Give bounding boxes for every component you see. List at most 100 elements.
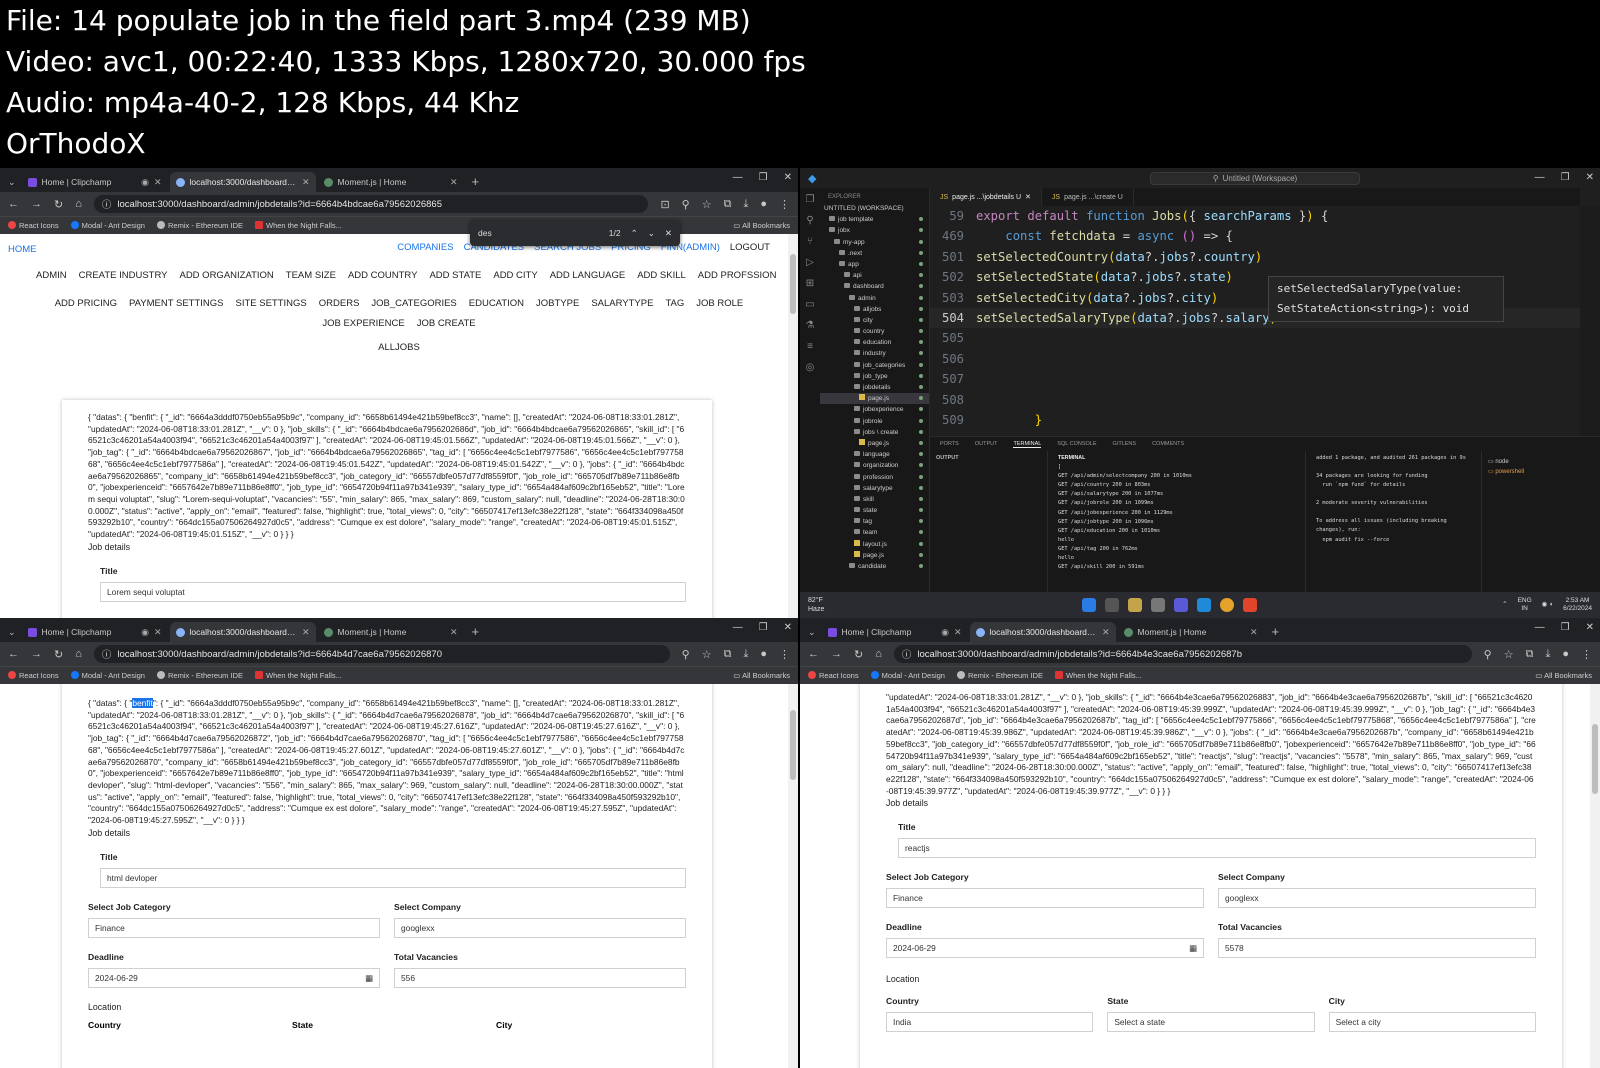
admin-nav-jobtype[interactable]: JOBTYPE — [536, 298, 579, 309]
close-tab-icon[interactable]: ✕ — [1025, 193, 1031, 201]
close-tab-icon[interactable]: ✕ — [154, 627, 162, 638]
tree-file-layout-js[interactable]: layout.js — [820, 539, 929, 550]
panel-tab-gitlens[interactable]: GITLENS — [1113, 441, 1137, 447]
admin-nav-add-country[interactable]: ADD COUNTRY — [348, 270, 418, 281]
admin-nav-add-state[interactable]: ADD STATE — [429, 270, 481, 281]
close-tab-icon[interactable]: ✕ — [450, 627, 458, 638]
widgets-icon[interactable] — [1128, 598, 1142, 612]
calendar-icon[interactable]: ▦ — [1189, 939, 1197, 957]
tab-localhost[interactable]: localhost:3000/dashboard/admin/✕ — [169, 172, 316, 192]
tree-folder-jobexperience[interactable]: jobexperience — [820, 404, 929, 415]
bookmark-react-icons[interactable]: React Icons — [808, 671, 859, 680]
find-query[interactable]: des — [478, 228, 599, 238]
tree-folder-candidate[interactable]: candidate — [820, 561, 929, 572]
deadline-input[interactable]: 2024-06-29 ▦ — [886, 938, 1204, 959]
forward-icon[interactable]: → — [831, 648, 842, 660]
vacancies-input[interactable]: 5578 — [1218, 938, 1536, 959]
panel-tab-comments[interactable]: COMMENTS — [1152, 441, 1184, 447]
close-tab-icon[interactable]: ✕ — [954, 627, 962, 638]
new-tab-button[interactable]: + — [1266, 624, 1286, 642]
site-info-icon[interactable]: ⓘ — [902, 647, 912, 661]
page-scrollbar[interactable] — [788, 234, 798, 618]
home-icon[interactable]: ⌂ — [875, 648, 882, 660]
state-select[interactable]: Select a state — [1107, 1012, 1315, 1033]
remote-icon[interactable]: ▭ — [805, 299, 814, 310]
bookmark-star-icon[interactable]: ☆ — [702, 198, 712, 211]
bookmark-night-falls[interactable]: When the Night Falls... — [1055, 671, 1142, 680]
all-bookmarks-button[interactable]: ▭ All Bookmarks — [733, 671, 790, 680]
extensions-icon[interactable]: ⧉ — [724, 648, 732, 661]
menu-icon[interactable]: ⋮ — [779, 648, 790, 661]
nav-logout[interactable]: LOGOUT — [730, 242, 770, 253]
admin-nav-payment-settings[interactable]: PAYMENT SETTINGS — [129, 298, 224, 309]
tree-folder-job-type[interactable]: job_type — [820, 371, 929, 382]
tree-folder-profession[interactable]: profession — [820, 472, 929, 483]
bookmark-star-icon[interactable]: ☆ — [1504, 648, 1514, 661]
company-select[interactable]: googlexx — [1218, 888, 1536, 909]
search-icon[interactable] — [1105, 598, 1119, 612]
admin-nav-job-role[interactable]: JOB ROLE — [696, 298, 743, 309]
editor-tab-jobdetails[interactable]: JS page.js ...\jobdetails U ✕ — [930, 188, 1042, 206]
minimize-icon[interactable]: — — [733, 172, 743, 183]
tree-folder-admin[interactable]: admin — [820, 293, 929, 304]
restore-icon[interactable]: ❐ — [1561, 172, 1570, 183]
terminal-item-powershell[interactable]: ▭ powershell — [1488, 467, 1594, 477]
extensions-icon[interactable]: ⧉ — [724, 198, 732, 211]
close-tab-icon[interactable]: ✕ — [1250, 627, 1258, 638]
minimize-icon[interactable]: — — [733, 622, 743, 633]
tree-folder-state[interactable]: state — [820, 505, 929, 516]
admin-nav-job-categories[interactable]: JOB_CATEGORIES — [371, 298, 456, 309]
extensions-icon[interactable]: ⧉ — [1526, 648, 1534, 661]
bookmark-remix[interactable]: Remix - Ethereum IDE — [156, 671, 243, 680]
tree-folder-jobrole[interactable]: jobrole — [820, 416, 929, 427]
brave-taskbar-icon[interactable] — [1243, 598, 1257, 612]
new-tab-button[interactable]: + — [466, 174, 486, 192]
bookmark-remix[interactable]: Remix - Ethereum IDE — [956, 671, 1043, 680]
tree-folder-city[interactable]: city — [820, 315, 929, 326]
zoom-icon[interactable]: ⚲ — [1484, 648, 1492, 661]
job-category-select[interactable]: Finance — [886, 888, 1204, 909]
all-bookmarks-button[interactable]: ▭ All Bookmarks — [1535, 671, 1592, 680]
download-icon[interactable]: ⤓ — [1545, 648, 1550, 661]
tree-folder-api[interactable]: api — [820, 270, 929, 281]
tab-search-icon[interactable]: ⌄ — [6, 177, 22, 192]
site-info-icon[interactable]: ⓘ — [102, 197, 112, 211]
bookmark-ant-design[interactable]: Modal - Ant Design — [70, 671, 145, 680]
task-view-icon[interactable] — [1151, 598, 1165, 612]
admin-nav-education[interactable]: EDUCATION — [469, 298, 524, 309]
admin-nav-add-profssion[interactable]: ADD PROFSSION — [698, 270, 777, 281]
admin-nav-add-organization[interactable]: ADD ORGANIZATION — [179, 270, 273, 281]
page-scrollbar[interactable] — [1590, 684, 1600, 1068]
minimize-icon[interactable]: — — [1535, 172, 1545, 183]
profile-icon[interactable]: ● — [1562, 648, 1569, 660]
gitlens-icon[interactable]: ◎ — [806, 362, 815, 373]
tree-folder-industry[interactable]: industry — [820, 348, 929, 359]
admin-nav-admin[interactable]: ADMIN — [36, 270, 67, 281]
tree-folder-tag[interactable]: tag — [820, 516, 929, 527]
tab-clipchamp[interactable]: Home | Clipchamp ◉ ✕ — [22, 172, 168, 192]
bookmark-ant-design[interactable]: Modal - Ant Design — [70, 221, 145, 230]
tree-folder-untitled-workspace-[interactable]: UNTITLED (WORKSPACE) — [820, 203, 929, 214]
panel-tab-terminal[interactable]: TERMINAL — [1013, 441, 1042, 448]
reload-icon[interactable]: ↻ — [854, 648, 863, 661]
reload-icon[interactable]: ↻ — [54, 648, 63, 661]
admin-nav-orders[interactable]: ORDERS — [319, 298, 360, 309]
download-icon[interactable]: ⤓ — [743, 648, 748, 661]
panel-tab-sql-console[interactable]: SQL CONSOLE — [1057, 441, 1096, 447]
tree-folder-alljobs[interactable]: alljobs — [820, 304, 929, 315]
tree-folder--next[interactable]: .next — [820, 248, 929, 259]
restore-icon[interactable]: ❐ — [1561, 622, 1570, 633]
panel-tab-ports[interactable]: PORTS — [940, 441, 959, 447]
nav-companies[interactable]: COMPANIES — [397, 242, 453, 253]
tree-folder-salarytype[interactable]: salarytype — [820, 483, 929, 494]
city-select[interactable]: Select a city — [1328, 1012, 1536, 1033]
teams-icon[interactable] — [1174, 598, 1188, 612]
zoom-icon[interactable]: ⚲ — [682, 198, 690, 211]
menu-icon[interactable]: ⋮ — [779, 198, 790, 211]
profile-icon[interactable]: ● — [760, 198, 767, 210]
bookmark-star-icon[interactable]: ☆ — [702, 648, 712, 661]
address-bar[interactable]: ⓘ localhost:3000/dashboard/admin/jobdetai… — [93, 195, 649, 213]
tree-folder-app[interactable]: app — [820, 259, 929, 270]
menu-icon[interactable]: ⋮ — [1581, 648, 1592, 661]
chrome-taskbar-icon[interactable] — [1220, 598, 1234, 612]
